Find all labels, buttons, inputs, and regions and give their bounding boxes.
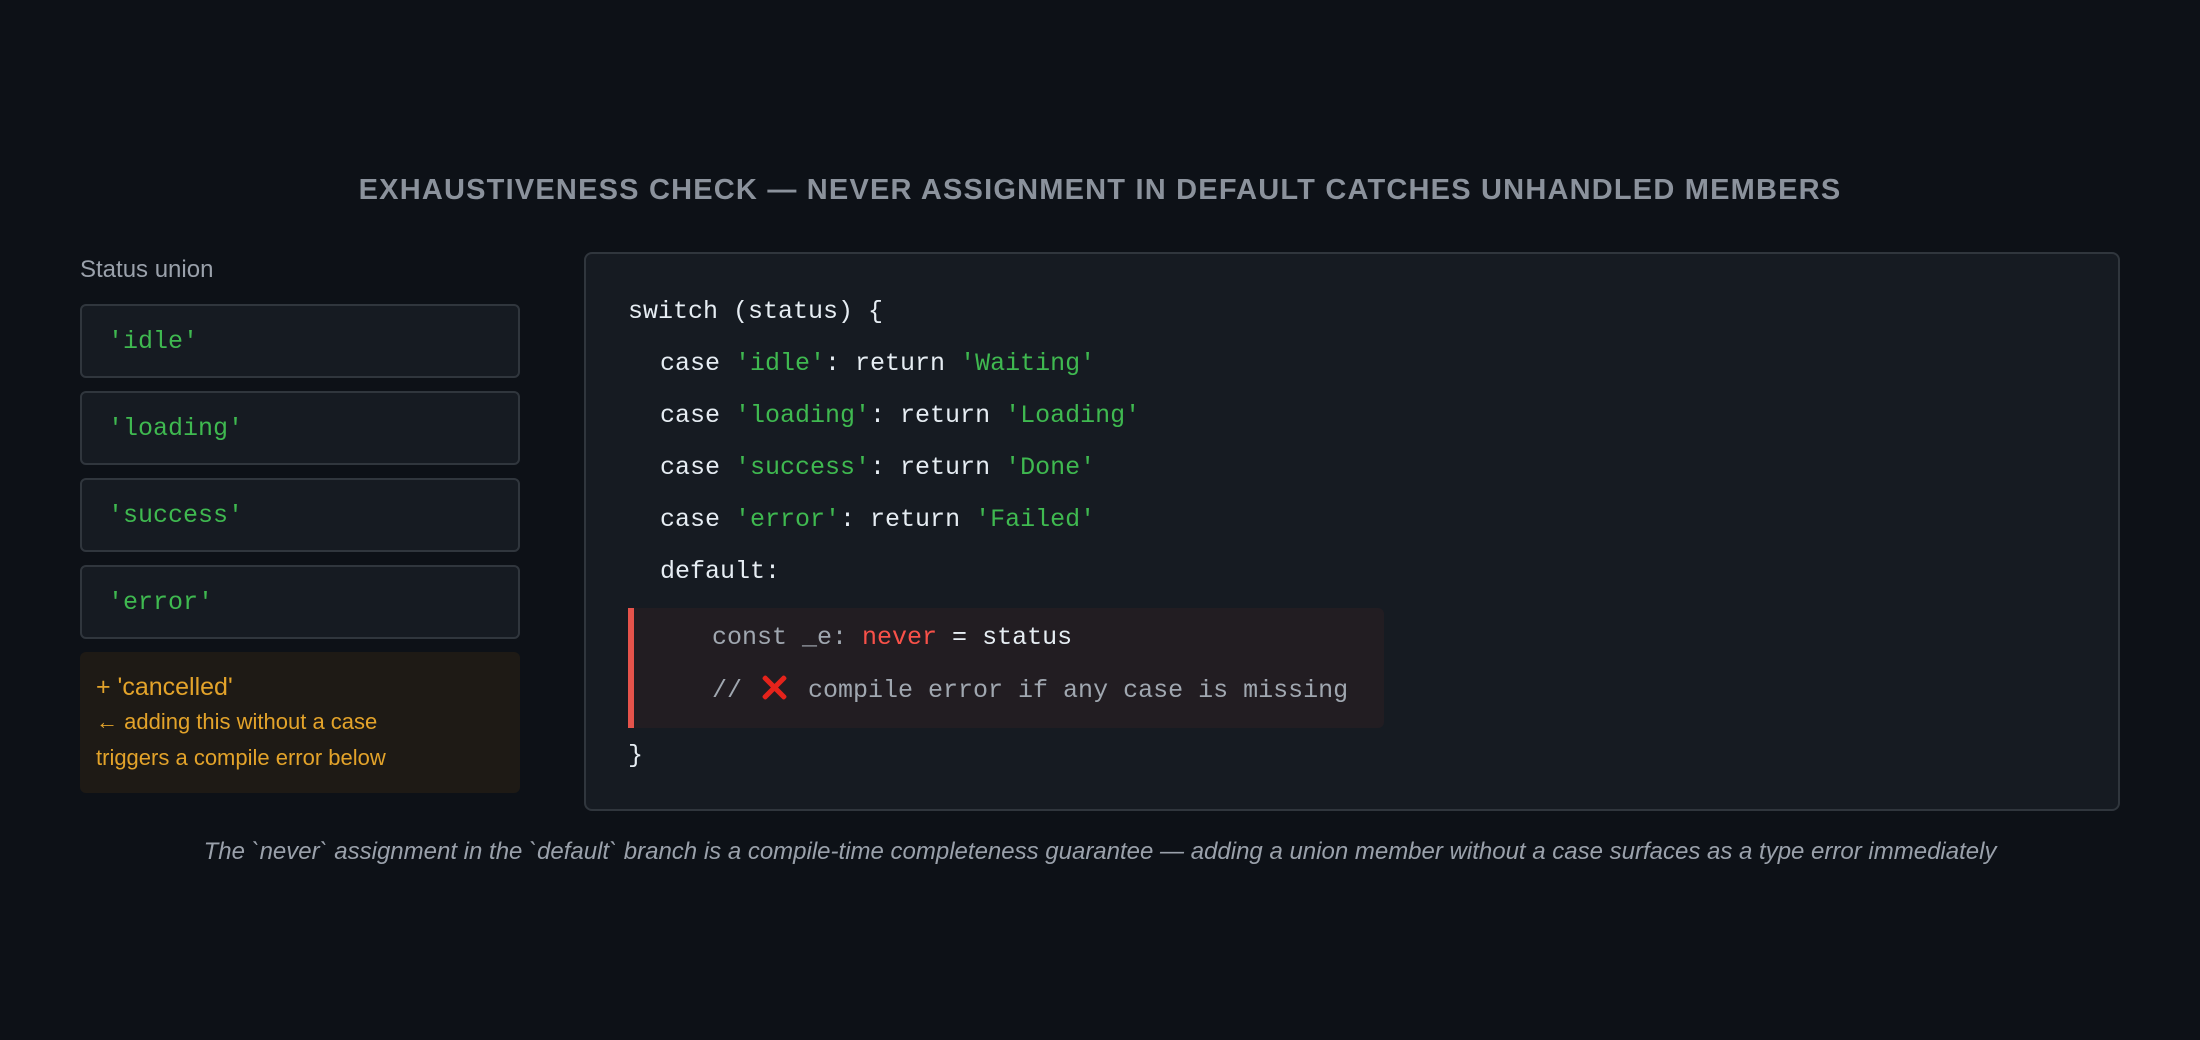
code-panel: switch (status) { case 'idle': return 'W… bbox=[584, 252, 2120, 811]
case-line-idle: case 'idle': return 'Waiting' bbox=[660, 348, 1095, 380]
case-result: 'Waiting' bbox=[960, 349, 1096, 378]
case-result: 'Failed' bbox=[975, 505, 1096, 534]
union-label: Status union bbox=[80, 256, 214, 283]
caption: The `never` assignment in the `default` … bbox=[203, 838, 1997, 865]
added-member-title: + 'cancelled' bbox=[96, 673, 233, 701]
never-assignment-line: const _e: never = status bbox=[712, 622, 1072, 654]
case-return: : return bbox=[870, 401, 1006, 430]
const-decl: const _e: bbox=[712, 623, 863, 652]
comment-text: compile error if any case is missing bbox=[793, 676, 1349, 705]
assign-op: = bbox=[937, 623, 983, 652]
case-value: 'error' bbox=[735, 505, 841, 534]
union-member-loading: 'loading' bbox=[80, 391, 520, 465]
case-keyword: case bbox=[660, 505, 736, 534]
case-line-loading: case 'loading': return 'Loading' bbox=[660, 400, 1140, 432]
union-member-idle: 'idle' bbox=[80, 304, 520, 378]
diagram-title: EXHAUSTIVENESS CHECK — NEVER ASSIGNMENT … bbox=[358, 174, 1842, 206]
default-line: default: bbox=[660, 557, 781, 586]
never-assignment-block: const _e: never = status // compile erro… bbox=[628, 608, 1384, 728]
case-line-success: case 'success': return 'Done' bbox=[660, 452, 1095, 484]
added-member-callout: + 'cancelled' ← adding this without a ca… bbox=[80, 652, 520, 793]
switch-open-line: switch (status) { bbox=[628, 297, 884, 326]
cross-mark-icon bbox=[761, 674, 787, 700]
case-keyword: case bbox=[660, 401, 736, 430]
case-result: 'Loading' bbox=[1005, 401, 1141, 430]
union-column: Status union 'idle' 'loading' 'success' … bbox=[80, 254, 520, 793]
added-member-note-line2: triggers a compile error below bbox=[96, 745, 386, 770]
union-member-success: 'success' bbox=[80, 478, 520, 552]
error-comment-line: // compile error if any case is missing bbox=[712, 674, 1348, 707]
case-return: : return bbox=[840, 505, 976, 534]
case-line-error: case 'error': return 'Failed' bbox=[660, 504, 1095, 536]
added-member-note-line1: ← adding this without a case bbox=[96, 709, 378, 734]
case-return: : return bbox=[825, 349, 961, 378]
case-result: 'Done' bbox=[1005, 453, 1096, 482]
case-return: : return bbox=[870, 453, 1006, 482]
case-keyword: case bbox=[660, 453, 736, 482]
assign-target: status bbox=[982, 623, 1073, 652]
case-value: 'idle' bbox=[735, 349, 826, 378]
switch-close-line: } bbox=[628, 741, 644, 770]
case-keyword: case bbox=[660, 349, 736, 378]
comment-prefix: // bbox=[712, 676, 758, 705]
never-type: never bbox=[862, 623, 938, 652]
case-value: 'success' bbox=[735, 453, 871, 482]
union-member-error: 'error' bbox=[80, 565, 520, 639]
case-value: 'loading' bbox=[735, 401, 871, 430]
